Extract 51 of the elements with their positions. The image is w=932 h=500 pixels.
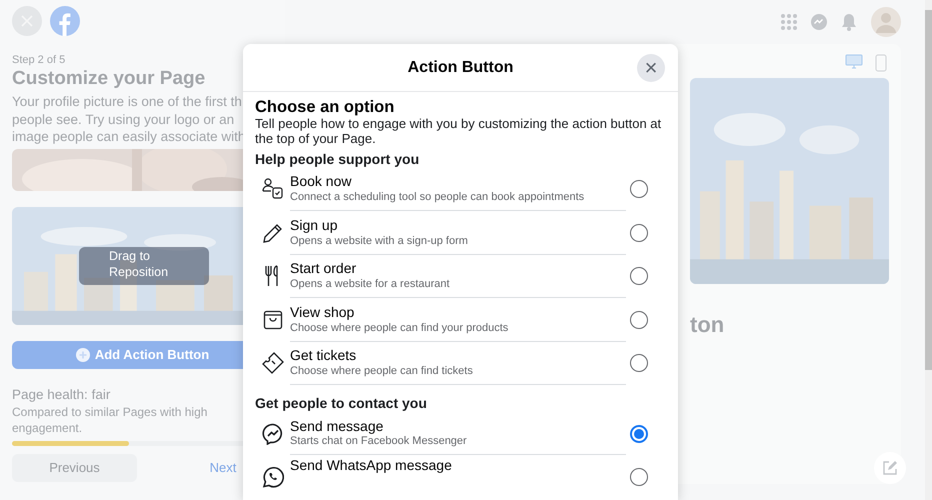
option-description: Starts chat on Facebook Messenger [290, 434, 468, 449]
option-title[interactable]: Send WhatsApp message [290, 457, 626, 474]
whatsapp-icon [262, 466, 284, 488]
description-line: people see. Try using your logo or an [12, 110, 234, 128]
edit-icon [883, 461, 897, 475]
option-title[interactable]: Sign up [290, 216, 626, 234]
radio-button[interactable] [630, 267, 648, 286]
radio-button[interactable] [630, 468, 648, 486]
logo-icon[interactable] [50, 6, 80, 36]
group-heading: Help people support you [255, 150, 420, 168]
dialog-title: Action Button [408, 58, 514, 78]
instruction-text: Tell people how to engage with you by customizing the action button at the top of your Page. [255, 116, 662, 147]
desktop-icon[interactable] [845, 54, 863, 70]
option-description: Choose where people can find tickets [290, 364, 474, 378]
messenger-icon [262, 422, 284, 445]
option-title[interactable]: Send message [290, 418, 626, 434]
option-title[interactable]: View shop [290, 304, 626, 321]
radio-button[interactable] [630, 180, 648, 198]
step-label: Step 2 of 5 [12, 53, 66, 68]
radio-button[interactable] [630, 224, 648, 242]
group-heading: Get people to contact you [255, 395, 428, 412]
scrollbar-thumb[interactable] [925, 10, 932, 370]
description-line: Your profile picture is one of the first th [12, 93, 242, 111]
mobile-icon[interactable] [875, 54, 887, 72]
drag-hint: Drag to Reposition [79, 247, 209, 286]
ticket-icon [262, 352, 284, 374]
health-title: Page health: fair [12, 386, 110, 404]
option-title[interactable]: Get tickets [290, 347, 626, 364]
notification-bell-icon[interactable] [841, 14, 857, 30]
section-heading: Choose an option [255, 98, 396, 117]
fork-knife-icon [264, 265, 280, 288]
calendar-person-icon [262, 178, 284, 200]
option-description: Connect a scheduling tool so people can book appointments [290, 190, 586, 204]
option-description: Opens a website with a sign-up form [290, 234, 469, 248]
health-description: Compared to similar Pages with high engagement. [12, 405, 208, 437]
bag-icon [262, 310, 282, 330]
avatar-icon[interactable] [871, 7, 901, 37]
pencil-icon [262, 222, 284, 244]
radio-button[interactable] [630, 354, 648, 372]
radio-button[interactable] [630, 424, 648, 443]
messenger-icon[interactable] [811, 14, 827, 30]
option-title[interactable]: Start order [290, 260, 626, 278]
plus-icon [76, 348, 90, 362]
menu-grid-icon[interactable] [781, 14, 797, 30]
radio-button[interactable] [630, 310, 648, 329]
option-title[interactable]: Book now [290, 173, 626, 190]
page-title: Customize your Page [12, 68, 206, 90]
option-description: Opens a website for a restaurant [290, 277, 451, 292]
page-name: ton [690, 311, 724, 339]
option-description: Choose where people can find your products [290, 320, 510, 335]
close-button[interactable]: × [637, 54, 665, 82]
